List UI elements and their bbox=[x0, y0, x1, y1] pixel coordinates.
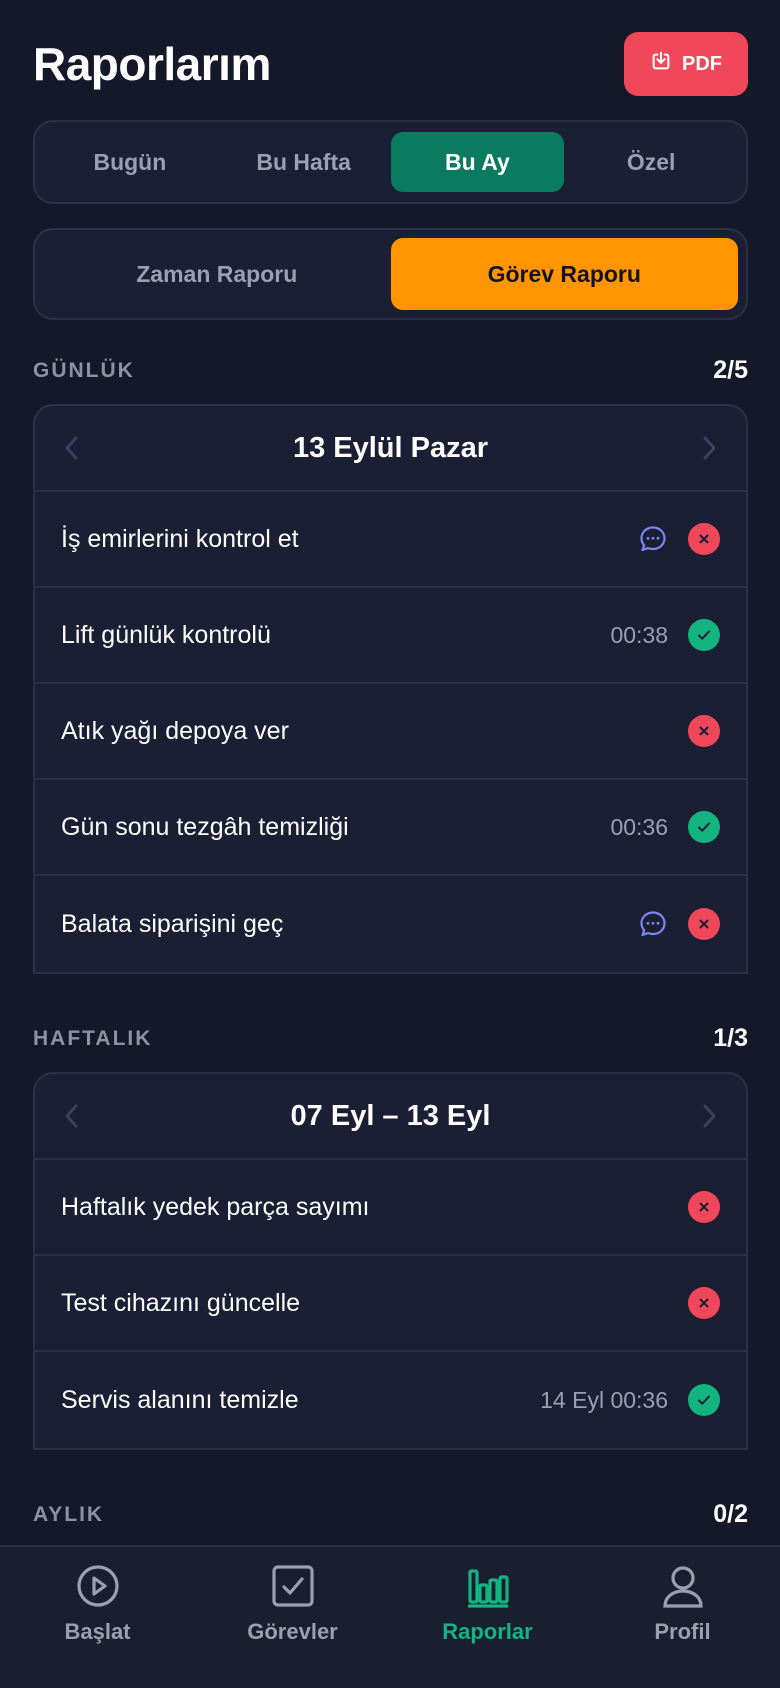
task-meta: 00:36 bbox=[610, 811, 720, 843]
nav-reports[interactable]: Raporlar bbox=[390, 1563, 585, 1688]
task-label: İş emirlerini kontrol et bbox=[61, 524, 299, 553]
chevron-right-icon[interactable] bbox=[698, 1102, 720, 1130]
task-label: Lift günlük kontrolü bbox=[61, 620, 271, 649]
reports-screen: Raporlarım PDF Bugün Bu Hafta Bu Ay Özel… bbox=[0, 0, 780, 1688]
tab-custom[interactable]: Özel bbox=[564, 132, 738, 192]
task-time: 14 Eyl 00:36 bbox=[540, 1386, 668, 1413]
task-row[interactable]: Haftalık yedek parça sayımı bbox=[35, 1160, 746, 1256]
chevron-left-icon[interactable] bbox=[61, 434, 83, 462]
card-header: 13 Eylül Pazar bbox=[35, 406, 746, 492]
page-title: Raporlarım bbox=[33, 38, 271, 90]
report-type-tabs: Zaman Raporu Görev Raporu bbox=[33, 228, 748, 320]
chevron-left-icon[interactable] bbox=[61, 1102, 83, 1130]
task-meta bbox=[638, 523, 720, 555]
task-row[interactable]: Test cihazını güncelle bbox=[35, 1256, 746, 1352]
x-icon bbox=[688, 908, 720, 940]
nav-profile[interactable]: Profil bbox=[585, 1563, 780, 1688]
play-icon bbox=[75, 1563, 121, 1609]
task-row[interactable]: Gün sonu tezgâh temizliği 00:36 bbox=[35, 780, 746, 876]
tab-today[interactable]: Bugün bbox=[43, 132, 217, 192]
nav-tasks[interactable]: Görevler bbox=[195, 1563, 390, 1688]
section-count: 2/5 bbox=[713, 356, 748, 384]
monthly-section-header: AYLIK 0/2 bbox=[33, 1500, 748, 1529]
section-label: AYLIK bbox=[33, 1502, 105, 1526]
download-icon bbox=[650, 50, 672, 78]
header: Raporlarım PDF bbox=[33, 32, 748, 96]
task-label: Atık yağı depoya ver bbox=[61, 716, 289, 745]
comment-icon[interactable] bbox=[638, 524, 668, 554]
pdf-export-button[interactable]: PDF bbox=[624, 32, 748, 96]
task-row[interactable]: Atık yağı depoya ver bbox=[35, 684, 746, 780]
nav-label: Profil bbox=[654, 1619, 711, 1644]
bottom-nav: Başlat Görevler Raporlar Profil bbox=[0, 1545, 780, 1688]
task-row[interactable]: Lift günlük kontrolü 00:38 bbox=[35, 588, 746, 684]
task-meta: 00:38 bbox=[610, 619, 720, 651]
tab-this-month[interactable]: Bu Ay bbox=[390, 132, 565, 192]
check-icon bbox=[688, 619, 720, 651]
nav-label: Görevler bbox=[247, 1619, 338, 1644]
period-tabs: Bugün Bu Hafta Bu Ay Özel bbox=[33, 120, 748, 204]
weekly-card: 07 Eyl – 13 Eyl Haftalık yedek parça say… bbox=[33, 1072, 748, 1450]
section-label: HAFTALIK bbox=[33, 1026, 153, 1050]
nav-label: Raporlar bbox=[442, 1619, 533, 1644]
task-time: 00:36 bbox=[610, 813, 668, 840]
check-icon bbox=[688, 811, 720, 843]
chevron-right-icon[interactable] bbox=[698, 434, 720, 462]
pdf-label: PDF bbox=[682, 52, 722, 75]
comment-icon[interactable] bbox=[638, 909, 668, 939]
task-time: 00:38 bbox=[610, 621, 668, 648]
x-icon bbox=[688, 1191, 720, 1223]
section-label: GÜNLÜK bbox=[33, 358, 135, 382]
check-icon bbox=[688, 1384, 720, 1416]
x-icon bbox=[688, 715, 720, 747]
task-label: Balata siparişini geç bbox=[61, 909, 284, 938]
card-date-title: 07 Eyl – 13 Eyl bbox=[290, 1099, 491, 1132]
nav-start[interactable]: Başlat bbox=[0, 1563, 195, 1688]
task-meta bbox=[688, 715, 720, 747]
tab-time-report[interactable]: Zaman Raporu bbox=[43, 238, 391, 310]
task-meta bbox=[688, 1191, 720, 1223]
checkbox-icon bbox=[270, 1563, 316, 1609]
section-count: 1/3 bbox=[713, 1024, 748, 1052]
task-row[interactable]: Balata siparişini geç bbox=[35, 876, 746, 972]
task-meta bbox=[638, 908, 720, 940]
task-row[interactable]: Servis alanını temizle 14 Eyl 00:36 bbox=[35, 1352, 746, 1448]
card-header: 07 Eyl – 13 Eyl bbox=[35, 1074, 746, 1160]
daily-section-header: GÜNLÜK 2/5 bbox=[33, 356, 748, 385]
x-icon bbox=[688, 523, 720, 555]
bar-chart-icon bbox=[465, 1563, 511, 1609]
task-label: Test cihazını güncelle bbox=[61, 1288, 301, 1317]
task-label: Haftalık yedek parça sayımı bbox=[61, 1192, 370, 1221]
user-icon bbox=[660, 1563, 706, 1609]
task-meta: 14 Eyl 00:36 bbox=[540, 1384, 720, 1416]
weekly-section-header: HAFTALIK 1/3 bbox=[33, 1024, 748, 1053]
section-count: 0/2 bbox=[713, 1500, 748, 1528]
tab-this-week[interactable]: Bu Hafta bbox=[217, 132, 391, 192]
task-row[interactable]: İş emirlerini kontrol et bbox=[35, 492, 746, 588]
task-meta bbox=[688, 1287, 720, 1319]
task-label: Gün sonu tezgâh temizliği bbox=[61, 812, 349, 841]
card-date-title: 13 Eylül Pazar bbox=[292, 431, 489, 464]
daily-card: 13 Eylül Pazar İş emirlerini kontrol et L… bbox=[33, 404, 748, 974]
tab-task-report[interactable]: Görev Raporu bbox=[390, 238, 738, 310]
nav-label: Başlat bbox=[64, 1619, 131, 1644]
task-label: Servis alanını temizle bbox=[61, 1385, 299, 1414]
x-icon bbox=[688, 1287, 720, 1319]
